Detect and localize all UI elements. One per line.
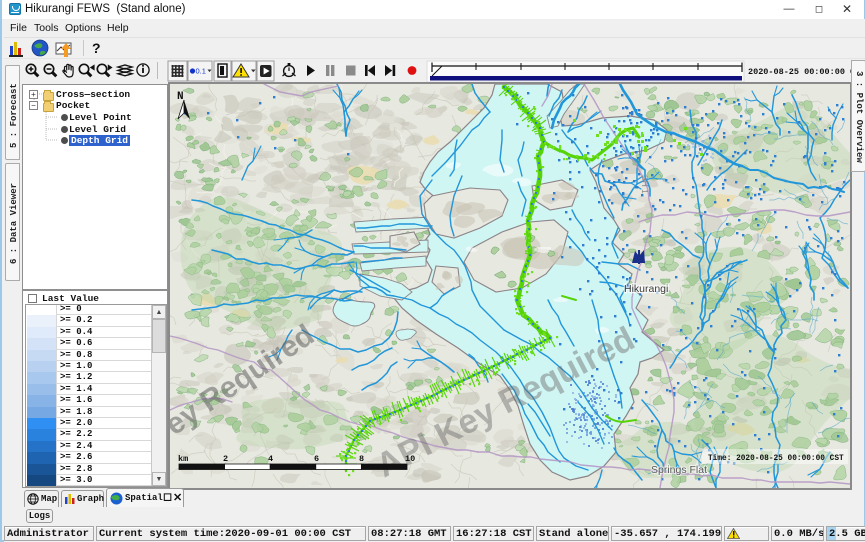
- svg-text:8: 8: [359, 454, 364, 464]
- svg-text:?: ?: [92, 40, 101, 56]
- svg-text:Springs Flat: Springs Flat: [651, 464, 707, 476]
- svg-text:N: N: [177, 91, 184, 103]
- svg-text:2: 2: [223, 454, 228, 464]
- svg-text:6: 6: [314, 454, 319, 464]
- svg-text:SH 1: SH 1: [640, 175, 650, 194]
- svg-text:4: 4: [268, 454, 273, 464]
- svg-text:km: km: [178, 454, 188, 464]
- svg-text:2020-08-25 00:00:00 CST: 2020-08-25 00:00:00 CST: [748, 67, 865, 77]
- svg-text:0.1: 0.1: [196, 67, 206, 76]
- svg-text:Time: 2020-08-25 00:00:00 CST: Time: 2020-08-25 00:00:00 CST: [708, 455, 844, 463]
- svg-text:Hikurangi: Hikurangi: [624, 283, 668, 295]
- svg-text:10: 10: [405, 454, 415, 464]
